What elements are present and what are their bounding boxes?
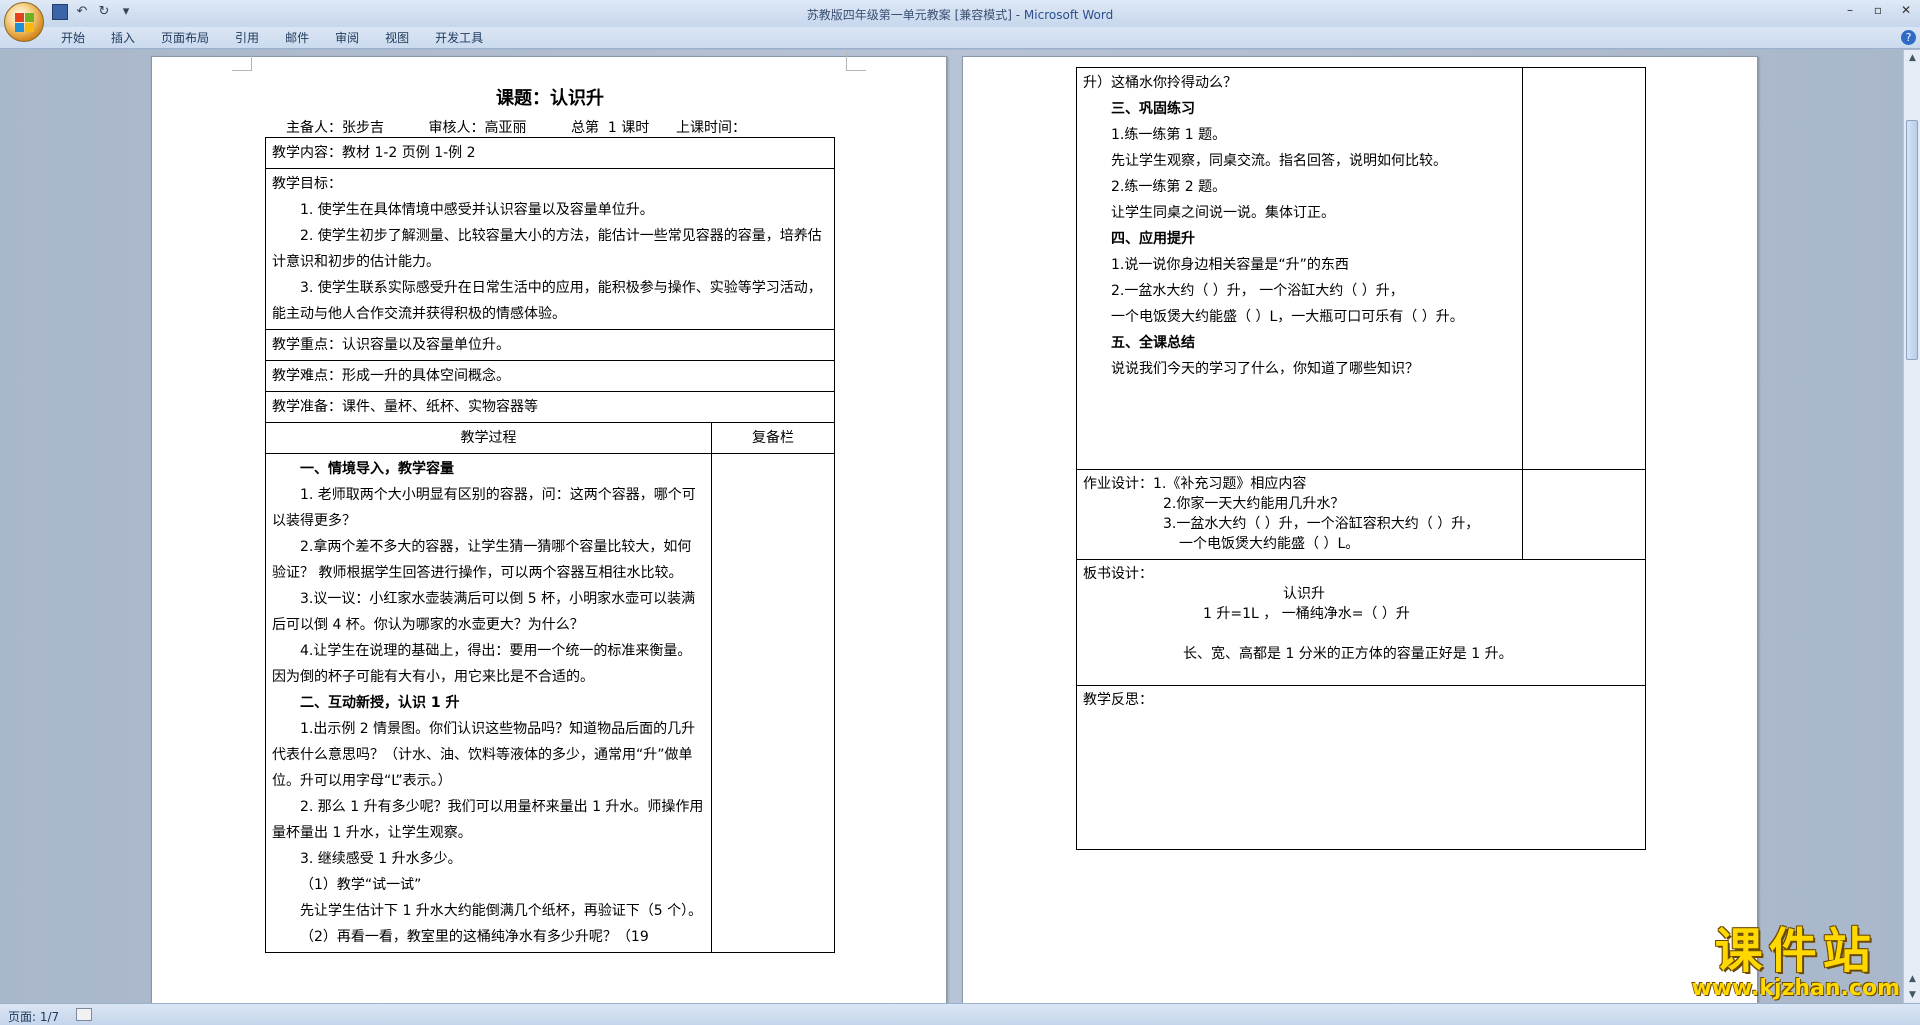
process-paragraph: 2.拿两个差不多大的容器，让学生猜一猜哪个容量比较大，如何验证？ 教师根据学生回… xyxy=(272,539,692,581)
window-title: 苏教版四年级第一单元教案 [兼容模式] - Microsoft Word xyxy=(0,6,1920,23)
process-cell: 一、情境导入，教学容量 1. 老师取两个大小明显有区别的容器，问：这两个容器，哪个… xyxy=(265,453,712,953)
process-paragraph: （1）教学“试一试” xyxy=(300,877,422,893)
process-paragraph: 1.说一说你身边相关容量是“升”的东西 xyxy=(1111,257,1349,273)
board-line: 1 升=1L ， 一桶纯净水=（ ）升 xyxy=(1203,606,1410,622)
app-name: Microsoft Word xyxy=(1023,8,1114,22)
watermark-title: 课件站 xyxy=(1714,923,1877,979)
teaching-goals: 教学目标： 1. 使学生在具体情境中感受并认识容量以及容量单位升。 2. 使学生… xyxy=(265,168,835,330)
board-line: 认识升 xyxy=(1283,586,1325,602)
status-bar: 页面: 1/7 xyxy=(0,1003,1920,1025)
process-paragraph: 一、情境导入，教学容量 xyxy=(300,461,454,477)
homework-line: 2.你家一天大约能用几升水？ xyxy=(1163,496,1345,512)
margin-corner xyxy=(232,51,252,71)
process-paragraph: 先让学生观察，同桌交流。指名回答，说明如何比较。 xyxy=(1111,153,1447,169)
board-line: 长、宽、高都是 1 分米的正方体的容量正好是 1 升。 xyxy=(1183,646,1513,662)
minimize-icon[interactable]: – xyxy=(1836,0,1864,20)
page-1[interactable]: 课题：认识升 主备人：张步吉 审核人：高亚丽 总第 1 课时 上课时间： 教学内… xyxy=(151,51,947,1003)
lesson-title: 课题：认识升 xyxy=(496,88,604,109)
site-watermark: 课件站 www.kjzhan.com xyxy=(1691,925,1900,1001)
process-paragraph: 升）这桶水你拎得动么？ xyxy=(1083,75,1237,91)
margin-corner xyxy=(846,51,866,71)
homework-notes-cell xyxy=(1522,469,1646,560)
goal-item: 1. 使学生在具体情境中感受并认识容量以及容量单位升。 xyxy=(300,202,654,218)
homework-cell: 作业设计：1.《补充习题》相应内容 2.你家一天大约能用几升水？ 3.一盆水大约… xyxy=(1076,469,1523,560)
notes-header: 复备栏 xyxy=(711,422,835,454)
process-paragraph: 一个电饭煲大约能盛（ ）L，一大瓶可口可乐有（ ）升。 xyxy=(1111,309,1464,325)
homework-line: 作业设计：1.《补充习题》相应内容 xyxy=(1083,476,1307,492)
ribbon: 开始 插入 页面布局 引用 邮件 审阅 视图 开发工具 ? xyxy=(0,27,1920,49)
tab-review[interactable]: 审阅 xyxy=(322,27,372,49)
office-button[interactable] xyxy=(4,2,44,42)
process-paragraph: （2）再看一看，教室里的这桶纯净水有多少升呢？（19 xyxy=(300,929,649,945)
teaching-preparation: 教学准备：课件、量杯、纸杯、实物容器等 xyxy=(265,391,835,423)
lesson-meta: 主备人：张步吉 审核人：高亚丽 总第 1 课时 上课时间： xyxy=(286,120,746,136)
help-icon[interactable]: ? xyxy=(1901,30,1916,45)
tab-view[interactable]: 视图 xyxy=(372,27,422,49)
process-paragraph: 二、互动新授，认识 1 升 xyxy=(300,695,460,711)
process-paragraph: 让学生同桌之间说一说。集体订正。 xyxy=(1111,205,1335,221)
process-paragraph: 三、巩固练习 xyxy=(1111,101,1195,117)
close-icon[interactable]: ✕ xyxy=(1892,0,1920,20)
prev-page-icon[interactable]: ▲ xyxy=(1904,971,1920,987)
tab-insert[interactable]: 插入 xyxy=(98,27,148,49)
window-controls: – ▫ ✕ xyxy=(1836,0,1920,20)
goals-heading: 教学目标： xyxy=(272,176,342,192)
document-workspace[interactable]: 课题：认识升 主备人：张步吉 审核人：高亚丽 总第 1 课时 上课时间： 教学内… xyxy=(0,50,1903,1003)
teaching-key-point: 教学重点：认识容量以及容量单位升。 xyxy=(265,329,835,361)
watermark-url: www.kjzhan.com xyxy=(1691,976,1900,1001)
vertical-scrollbar[interactable]: ▲ ▲ ▼ xyxy=(1903,50,1920,1003)
tab-page-layout[interactable]: 页面布局 xyxy=(148,27,222,49)
next-page-icon[interactable]: ▼ xyxy=(1904,987,1920,1003)
process-paragraph: 4.让学生在说理的基础上，得出：要用一个统一的标准来衡量。因为倒的杯子可能有大有… xyxy=(272,643,692,685)
process-paragraph: 说说我们今天的学习了什么，你知道了哪些知识？ xyxy=(1111,361,1419,377)
process-paragraph: 五、全课总结 xyxy=(1111,335,1195,351)
process-paragraph: 3. 继续感受 1 升水多少。 xyxy=(300,851,462,867)
process-paragraph: 1.练一练第 1 题。 xyxy=(1111,127,1227,143)
scrollbar-thumb[interactable] xyxy=(1906,120,1918,360)
process-paragraph: 2.一盆水大约（ ）升， 一个浴缸大约（ ）升， xyxy=(1111,283,1404,299)
process-paragraph: 1. 老师取两个大小明显有区别的容器，问：这两个容器，哪个可以装得更多？ xyxy=(272,487,696,529)
reflection-heading: 教学反思： xyxy=(1083,692,1153,708)
homework-line: 一个电饭煲大约能盛（ ）L。 xyxy=(1179,536,1360,552)
teaching-content: 教学内容：教材 1-2 页例 1-例 2 xyxy=(265,137,835,169)
process-cell: 升）这桶水你拎得动么？ 三、巩固练习 1.练一练第 1 题。先让学生观察，同桌交流。… xyxy=(1076,67,1523,470)
maximize-icon[interactable]: ▫ xyxy=(1864,0,1892,20)
process-paragraph: 先让学生估计下 1 升水大约能倒满几个纸杯，再验证下（5 个）。 xyxy=(300,903,703,919)
lesson-table-continued: 升）这桶水你拎得动么？ 三、巩固练习 1.练一练第 1 题。先让学生观察，同桌交流。… xyxy=(1076,67,1646,850)
reflection-cell: 教学反思： xyxy=(1076,685,1646,850)
page-2[interactable]: 升）这桶水你拎得动么？ 三、巩固练习 1.练一练第 1 题。先让学生观察，同桌交流。… xyxy=(962,56,1758,1003)
title-bar: ↶ ↻ ▾ 苏教版四年级第一单元教案 [兼容模式] - Microsoft Wo… xyxy=(0,0,1920,42)
tab-developer[interactable]: 开发工具 xyxy=(422,27,496,49)
proofing-icon[interactable] xyxy=(76,1008,92,1021)
page-indicator[interactable]: 页面: 1/7 xyxy=(8,1008,59,1025)
process-paragraph: 1.出示例 2 情景图。你们认识这些物品吗？知道物品后面的几升代表什么意思吗？（… xyxy=(272,721,696,789)
process-header: 教学过程 xyxy=(265,422,712,454)
process-paragraph: 2. 那么 1 升有多少呢？我们可以用量杯来量出 1 升水。师操作用量杯量出 1… xyxy=(272,799,704,841)
notes-cell xyxy=(711,453,835,953)
tab-mailings[interactable]: 邮件 xyxy=(272,27,322,49)
process-paragraph: 四、应用提升 xyxy=(1111,231,1195,247)
process-paragraph: 2.练一练第 2 题。 xyxy=(1111,179,1227,195)
board-design-cell: 板书设计： 认识升 1 升=1L ， 一桶纯净水=（ ）升 长、宽、高都是 1 … xyxy=(1076,559,1646,686)
homework-line: 3.一盆水大约（ ）升，一个浴缸容积大约（ ）升， xyxy=(1163,516,1480,532)
lesson-table: 教学内容：教材 1-2 页例 1-例 2 教学目标： 1. 使学生在具体情境中感… xyxy=(265,137,835,953)
goal-item: 2. 使学生初步了解测量、比较容量大小的方法，能估计一些常见容器的容量，培养估计… xyxy=(272,228,822,270)
ribbon-tabs: 开始 插入 页面布局 引用 邮件 审阅 视图 开发工具 xyxy=(48,27,496,49)
board-heading: 板书设计： xyxy=(1083,566,1153,582)
document-title: 苏教版四年级第一单元教案 [兼容模式] - xyxy=(806,8,1024,22)
teaching-difficulty: 教学难点：形成一升的具体空间概念。 xyxy=(265,360,835,392)
process-paragraph: 3.议一议：小红家水壶装满后可以倒 5 杯，小明家水壶可以装满后可以倒 4 杯。… xyxy=(272,591,696,633)
scroll-up-icon[interactable]: ▲ xyxy=(1904,50,1920,66)
tab-home[interactable]: 开始 xyxy=(48,27,98,49)
goal-item: 3. 使学生联系实际感受升在日常生活中的应用，能积极参与操作、实验等学习活动，能… xyxy=(272,280,822,322)
tab-references[interactable]: 引用 xyxy=(222,27,272,49)
office-logo-icon xyxy=(15,13,35,33)
notes-cell xyxy=(1522,67,1646,470)
